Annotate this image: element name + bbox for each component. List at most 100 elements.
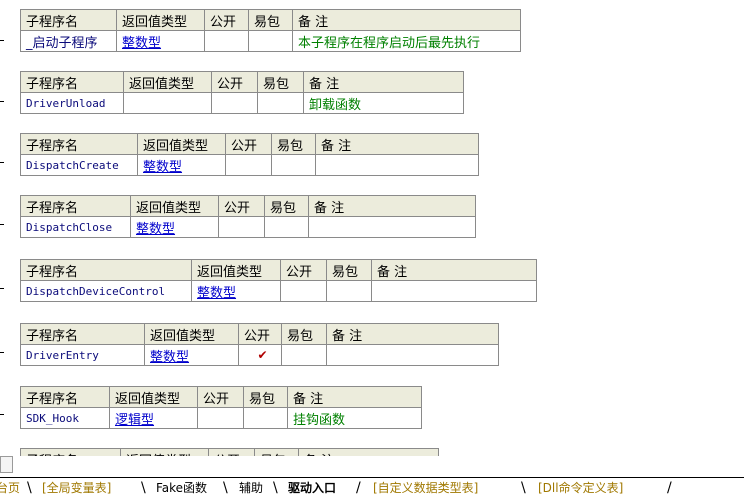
header-return-type: 返回值类型	[109, 386, 198, 408]
header-note: 备 注	[287, 386, 422, 408]
tab-driver-entry[interactable]: 驱动入口	[286, 478, 338, 500]
subroutine-table: 子程序名 返回值类型 公开 易包 备 注 SDK_Hook 逻辑型 挂钩函数	[20, 386, 422, 429]
subroutine-name[interactable]: DriverUnload	[20, 92, 124, 114]
return-type-link[interactable]: 整数型	[144, 344, 239, 366]
gutter-marker	[0, 414, 4, 415]
public-cell[interactable]	[197, 407, 244, 429]
header-name: 子程序名	[20, 448, 121, 456]
note-cell[interactable]	[326, 344, 499, 366]
subroutine-table: 子程序名 返回值类型 公开 易包 备 注 _启动子程序 整数型 本子程序在程序启…	[20, 9, 521, 52]
subroutine-name[interactable]: DispatchClose	[20, 216, 131, 238]
gutter-marker	[0, 352, 4, 353]
tab-separator: \	[521, 480, 526, 496]
tab-custom-data-types[interactable]: [自定义数据类型表]	[371, 478, 480, 500]
subroutine-table: 子程序名 返回值类型 公开 易包 备 注 DispatchClose 整数型	[20, 195, 476, 238]
tab-home[interactable]: 台页	[0, 478, 22, 500]
public-cell[interactable]	[280, 280, 327, 302]
easy-pack-cell[interactable]	[281, 344, 327, 366]
header-name: 子程序名	[20, 133, 138, 155]
subroutine-name[interactable]: _启动子程序	[20, 30, 117, 52]
header-return-type: 返回值类型	[120, 448, 209, 456]
tab-fake-functions[interactable]: Fake函数	[154, 478, 209, 500]
header-public: 公开	[211, 71, 258, 93]
note-cell[interactable]	[371, 280, 537, 302]
note-cell[interactable]	[308, 216, 476, 238]
header-name: 子程序名	[20, 386, 110, 408]
easy-pack-cell[interactable]	[326, 280, 372, 302]
header-return-type: 返回值类型	[137, 133, 226, 155]
header-easy-pack: 易包	[271, 133, 316, 155]
tab-separator: /	[356, 480, 361, 496]
note-cell[interactable]	[315, 154, 479, 176]
header-public: 公开	[197, 386, 244, 408]
header-public: 公开	[280, 259, 327, 281]
gutter-marker	[0, 162, 4, 163]
tab-separator: \	[223, 480, 228, 496]
public-cell[interactable]	[218, 216, 265, 238]
tab-separator: \	[273, 480, 278, 496]
easy-pack-cell[interactable]	[248, 30, 293, 52]
header-easy-pack: 易包	[257, 71, 304, 93]
header-easy-pack: 易包	[254, 448, 299, 456]
return-type-link[interactable]: 逻辑型	[109, 407, 198, 429]
header-note: 备 注	[292, 9, 521, 31]
return-type-link[interactable]: 整数型	[137, 154, 226, 176]
header-name: 子程序名	[20, 323, 145, 345]
header-public: 公开	[225, 133, 272, 155]
tab-dll-commands[interactable]: [Dll命令定义表]	[536, 478, 625, 500]
return-type-link[interactable]: 整数型	[191, 280, 281, 302]
tab-separator: \	[141, 480, 146, 496]
note-cell[interactable]: 挂钩函数	[287, 407, 422, 429]
note-cell[interactable]: 卸载函数	[303, 92, 464, 114]
header-public: 公开	[218, 195, 265, 217]
return-type-link[interactable]: 整数型	[116, 30, 205, 52]
subroutine-name[interactable]: DriverEntry	[20, 344, 145, 366]
gutter-marker	[0, 224, 4, 225]
header-public: 公开	[238, 323, 282, 345]
return-type-link[interactable]	[123, 92, 212, 114]
subroutine-name[interactable]: SDK_Hook	[20, 407, 110, 429]
subroutine-table: 子程序名 返回值类型 公开 易包 备 注 DriverEntry 整数型 ✔	[20, 323, 499, 366]
header-return-type: 返回值类型	[116, 9, 205, 31]
header-easy-pack: 易包	[281, 323, 327, 345]
header-easy-pack: 易包	[248, 9, 293, 31]
header-name: 子程序名	[20, 195, 131, 217]
header-name: 子程序名	[20, 71, 124, 93]
header-note: 备 注	[315, 133, 479, 155]
easy-pack-cell[interactable]	[264, 216, 309, 238]
header-name: 子程序名	[20, 9, 117, 31]
header-note: 备 注	[371, 259, 537, 281]
scroll-stub[interactable]	[0, 456, 13, 473]
module-tab-bar: 台页 \ [全局变量表] \ Fake函数 \ 辅助 \ 驱动入口 / [自定义…	[0, 477, 744, 501]
easy-pack-cell[interactable]	[271, 154, 316, 176]
subroutine-table: 子程序名 返回值类型 公开 易包 备 注 DispatchDeviceContr…	[20, 259, 537, 302]
note-cell[interactable]: 本子程序在程序启动后最先执行	[292, 30, 521, 52]
gutter-marker	[0, 40, 4, 41]
public-cell[interactable]	[211, 92, 258, 114]
header-return-type: 返回值类型	[144, 323, 239, 345]
public-cell[interactable]	[204, 30, 249, 52]
header-note: 备 注	[308, 195, 476, 217]
subroutine-name[interactable]: DispatchCreate	[20, 154, 138, 176]
subroutine-name[interactable]: DispatchDeviceControl	[20, 280, 192, 302]
header-note: 备 注	[326, 323, 499, 345]
header-easy-pack: 易包	[326, 259, 372, 281]
tab-separator: /	[667, 480, 672, 496]
subroutine-table: 子程序名 返回值类型 公开 易包 备 注 DriverUnload 卸载函数	[20, 71, 464, 114]
easy-pack-cell[interactable]	[243, 407, 288, 429]
code-editor[interactable]: 子程序名 返回值类型 公开 易包 备 注 _启动子程序 整数型 本子程序在程序启…	[0, 0, 744, 456]
gutter-marker	[0, 288, 4, 289]
return-type-link[interactable]: 整数型	[130, 216, 219, 238]
easy-pack-cell[interactable]	[257, 92, 304, 114]
header-name: 子程序名	[20, 259, 192, 281]
tab-global-variables[interactable]: [全局变量表]	[40, 478, 113, 500]
header-note: 备 注	[303, 71, 464, 93]
public-checkmark-icon[interactable]: ✔	[238, 344, 282, 366]
header-public: 公开	[208, 448, 255, 456]
tab-helper[interactable]: 辅助	[237, 478, 265, 500]
subroutine-table-partial: 子程序名 返回值类型 公开 易包 备 注	[20, 448, 439, 456]
tab-separator: \	[27, 480, 32, 496]
header-easy-pack: 易包	[243, 386, 288, 408]
public-cell[interactable]	[225, 154, 272, 176]
subroutine-table: 子程序名 返回值类型 公开 易包 备 注 DispatchCreate 整数型	[20, 133, 479, 176]
